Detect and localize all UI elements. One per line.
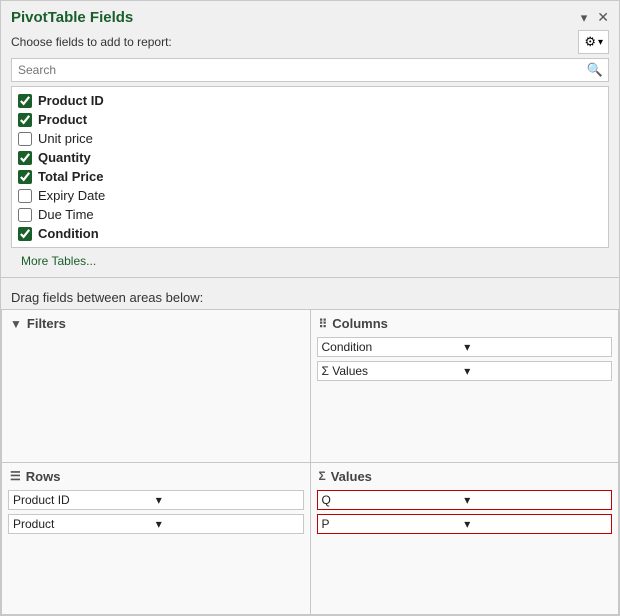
area-label-columns: Columns: [332, 316, 388, 331]
dropdown-label: Σ Values: [322, 364, 465, 378]
label-unit-price[interactable]: Unit price: [38, 131, 93, 146]
dropdown-label: Product ID: [13, 493, 156, 507]
checkbox-unit-price[interactable]: [18, 132, 32, 146]
fields-list: Product ID Product Unit price Quantity Total…: [11, 86, 609, 248]
dropdown-row-p[interactable]: P▾: [317, 514, 613, 534]
area-empty-rows: [6, 536, 306, 611]
field-item-product-id: Product ID: [18, 91, 602, 110]
label-product[interactable]: Product: [38, 112, 87, 127]
panel-title: PivotTable Fields: [11, 9, 133, 26]
panel-subtitle: Choose fields to add to report:: [11, 35, 172, 49]
dropdown-arrow: ▾: [464, 364, 607, 378]
dropdown-row-product[interactable]: Product▾: [8, 514, 304, 534]
checkbox-condition[interactable]: [18, 227, 32, 241]
rows-icon: ☰: [10, 469, 21, 483]
field-item-due-time: Due Time: [18, 205, 602, 224]
area-label-values: Values: [331, 469, 372, 484]
area-rows: ☰RowsProduct ID▾Product▾: [2, 463, 311, 616]
area-empty-columns: [315, 383, 615, 458]
label-condition[interactable]: Condition: [38, 226, 99, 241]
label-expiry-date[interactable]: Expiry Date: [38, 188, 105, 203]
checkbox-total-price[interactable]: [18, 170, 32, 184]
area-header-columns: ⠿ Columns: [315, 314, 615, 335]
area-header-values: Σ Values: [315, 467, 615, 488]
field-item-total-price: Total Price: [18, 167, 602, 186]
dropdown-label: Condition: [322, 340, 465, 354]
area-filters: ▼ Filters: [2, 310, 311, 463]
dropdown-row-q[interactable]: Q▾: [317, 490, 613, 510]
dropdown-row-condition[interactable]: Condition▾: [317, 337, 613, 357]
dropdown-row-σ-values[interactable]: Σ Values▾: [317, 361, 613, 381]
dropdown-label: P: [322, 517, 465, 531]
area-columns: ⠿ColumnsCondition▾Σ Values▾: [311, 310, 620, 463]
divider: [1, 277, 619, 278]
search-icon: 🔍: [587, 62, 603, 78]
close-icon[interactable]: ✕: [597, 9, 609, 26]
checkbox-expiry-date[interactable]: [18, 189, 32, 203]
field-item-condition: Condition: [18, 224, 602, 243]
values-icon: Σ: [319, 469, 326, 483]
areas-grid: ▼Filters⠿ColumnsCondition▾Σ Values▾☰Rows…: [1, 309, 619, 615]
area-empty-values: [315, 536, 615, 611]
settings-button[interactable]: ⚙ ▾: [578, 30, 609, 54]
drag-label: Drag fields between areas below:: [1, 282, 619, 309]
area-empty-filters: [6, 335, 306, 458]
drag-label-text: Drag fields between areas below:: [11, 290, 203, 305]
settings-arrow: ▾: [598, 37, 603, 48]
dropdown-label: Product: [13, 517, 156, 531]
checkbox-quantity[interactable]: [18, 151, 32, 165]
field-item-expiry-date: Expiry Date: [18, 186, 602, 205]
checkbox-product-id[interactable]: [18, 94, 32, 108]
more-tables-link[interactable]: More Tables...: [11, 246, 106, 276]
dropdown-arrow: ▾: [464, 340, 607, 354]
header-controls: ▾ ✕: [581, 9, 609, 26]
field-item-quantity: Quantity: [18, 148, 602, 167]
dropdown-arrow: ▾: [464, 517, 607, 531]
label-quantity[interactable]: Quantity: [38, 150, 91, 165]
area-label-rows: Rows: [26, 469, 61, 484]
field-item-product: Product: [18, 110, 602, 129]
dropdown-arrow: ▾: [464, 493, 607, 507]
area-header-filters: ▼ Filters: [6, 314, 306, 335]
label-total-price[interactable]: Total Price: [38, 169, 104, 184]
pivottable-panel: PivotTable Fields ▾ ✕ Choose fields to a…: [0, 0, 620, 616]
checkbox-due-time[interactable]: [18, 208, 32, 222]
columns-icon: ⠿: [319, 317, 328, 331]
search-input[interactable]: [11, 58, 609, 82]
dropdown-arrow: ▾: [156, 493, 299, 507]
settings-icon: ⚙: [584, 34, 596, 50]
more-tables-container: More Tables...: [1, 248, 619, 273]
area-header-rows: ☰ Rows: [6, 467, 306, 488]
label-product-id[interactable]: Product ID: [38, 93, 104, 108]
search-container: 🔍: [11, 58, 609, 82]
dropdown-row-product-id[interactable]: Product ID▾: [8, 490, 304, 510]
filters-icon: ▼: [10, 317, 22, 331]
label-due-time[interactable]: Due Time: [38, 207, 94, 222]
dropdown-label: Q: [322, 493, 465, 507]
checkbox-product[interactable]: [18, 113, 32, 127]
field-item-unit-price: Unit price: [18, 129, 602, 148]
area-values: ΣValuesQ▾P▾: [311, 463, 620, 616]
chevron-icon[interactable]: ▾: [581, 10, 588, 26]
area-label-filters: Filters: [27, 316, 66, 331]
dropdown-arrow: ▾: [156, 517, 299, 531]
